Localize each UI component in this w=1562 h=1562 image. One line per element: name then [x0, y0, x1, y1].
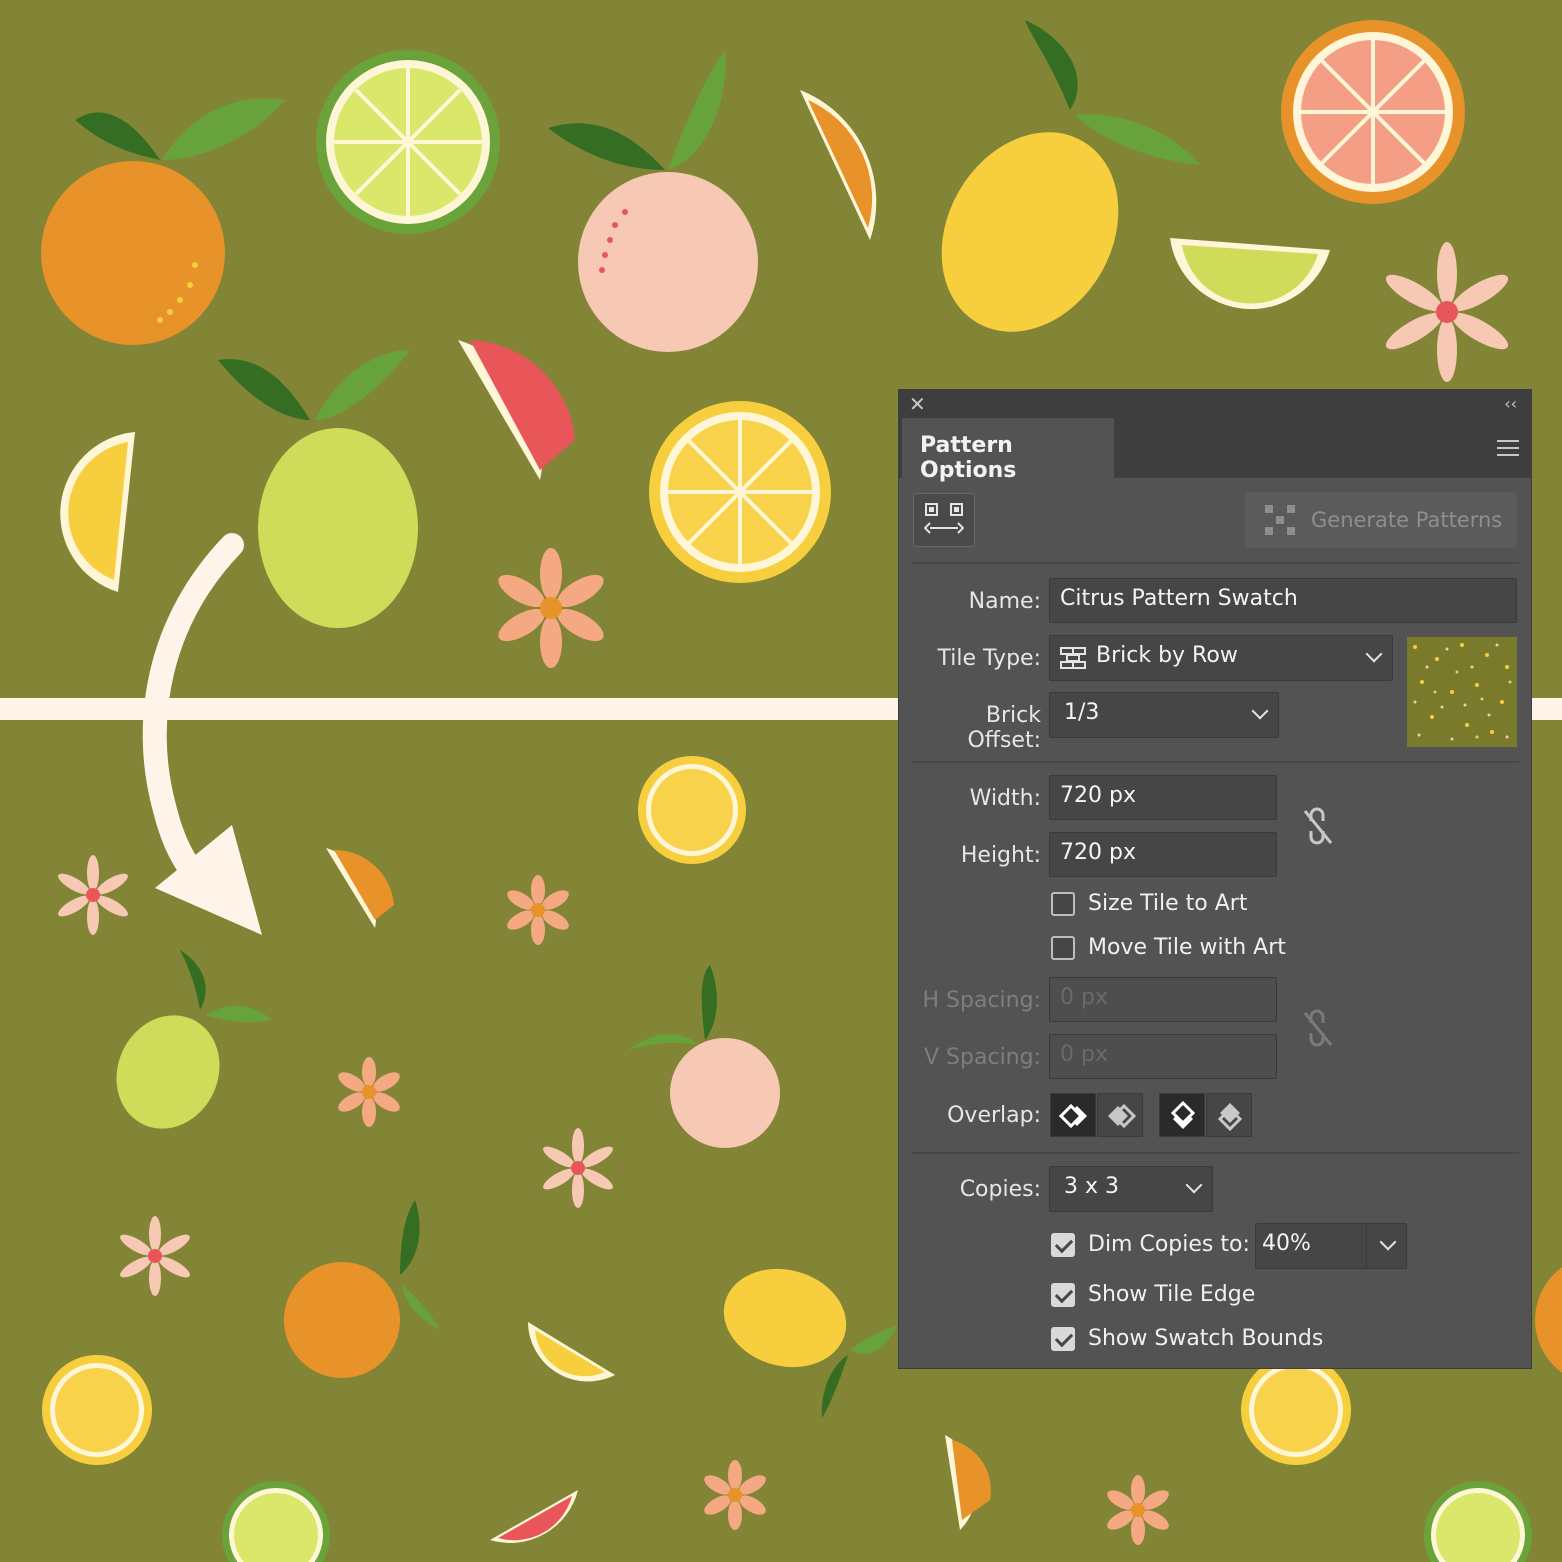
separator	[911, 562, 1519, 564]
show-tile-edge-label: Show Tile Edge	[1088, 1282, 1256, 1307]
chevron-down-icon	[1251, 702, 1269, 720]
dim-copies-value: 40%	[1262, 1231, 1311, 1256]
height-label: Height:	[960, 843, 1041, 868]
show-swatch-bounds-label: Show Swatch Bounds	[1088, 1326, 1324, 1351]
collapse-icon[interactable]: ‹‹	[1504, 392, 1517, 416]
width-label: Width:	[969, 786, 1041, 811]
copies-value: 3 x 3	[1064, 1174, 1119, 1199]
name-input[interactable]: Citrus Pattern Swatch	[1049, 578, 1517, 623]
separator	[911, 761, 1519, 763]
panel-menu-icon[interactable]	[1497, 440, 1519, 456]
move-tile-with-art-label: Move Tile with Art	[1088, 935, 1286, 960]
lemon-slice	[649, 401, 831, 583]
width-input[interactable]: 720 px	[1049, 775, 1277, 820]
unlink-spacing-icon[interactable]	[1299, 1009, 1339, 1049]
lemon-slice	[1241, 1355, 1351, 1465]
name-value: Citrus Pattern Swatch	[1060, 586, 1298, 611]
v-spacing-value: 0 px	[1060, 1042, 1108, 1067]
tile-type-label: Tile Type:	[937, 646, 1041, 671]
overlap-bottom-in-front-button[interactable]	[1206, 1093, 1252, 1137]
size-tile-to-art-label: Size Tile to Art	[1088, 891, 1248, 916]
generate-patterns-icon	[1265, 505, 1295, 535]
dim-copies-select[interactable]: 40%	[1255, 1223, 1407, 1269]
dim-copies-label: Dim Copies to:	[1088, 1232, 1250, 1257]
unlink-proportions-icon[interactable]	[1299, 807, 1339, 847]
copies-select[interactable]: 3 x 3	[1049, 1166, 1213, 1212]
overlap-top-in-front-button[interactable]	[1159, 1093, 1205, 1137]
separator	[911, 1152, 1519, 1154]
move-tile-with-art-checkbox[interactable]	[1051, 936, 1075, 960]
overlap-bottom-icon	[1217, 1103, 1243, 1131]
name-label: Name:	[968, 589, 1041, 614]
tile-type-value: Brick by Row	[1096, 643, 1238, 668]
overlap-label: Overlap:	[947, 1103, 1041, 1128]
overlap-right-icon	[1108, 1103, 1136, 1129]
brick-offset-select[interactable]: 1/3	[1049, 692, 1279, 738]
overlap-left-in-front-button[interactable]	[1050, 1093, 1096, 1137]
tile-tool-icon	[924, 503, 964, 534]
v-spacing-label: V Spacing:	[924, 1045, 1041, 1070]
show-tile-edge-checkbox[interactable]	[1051, 1283, 1075, 1307]
pattern-preview-thumbnail	[1407, 637, 1517, 747]
width-value: 720 px	[1060, 783, 1136, 808]
tile-type-select[interactable]: Brick by Row	[1049, 635, 1393, 681]
overlap-top-icon	[1170, 1101, 1196, 1129]
size-tile-to-art-checkbox[interactable]	[1051, 892, 1075, 916]
chevron-down-icon	[1185, 1176, 1203, 1194]
height-input[interactable]: 720 px	[1049, 832, 1277, 877]
overlap-right-in-front-button[interactable]	[1097, 1093, 1143, 1137]
show-swatch-bounds-checkbox[interactable]	[1051, 1327, 1075, 1351]
close-icon[interactable]: ✕	[909, 392, 926, 416]
h-spacing-value: 0 px	[1060, 985, 1108, 1010]
pattern-tile-tool-button[interactable]	[913, 493, 975, 547]
generate-patterns-label: Generate Patterns	[1311, 508, 1503, 532]
tab-pattern-options[interactable]: Pattern Options	[902, 418, 1114, 483]
copies-label: Copies:	[959, 1177, 1041, 1202]
lemon-slice	[638, 756, 746, 864]
dim-copies-checkbox[interactable]	[1051, 1233, 1075, 1257]
panel-title: Pattern Options	[920, 433, 1017, 483]
pattern-options-panel: ✕ ‹‹ Pattern Options Generate Patterns N…	[898, 389, 1532, 1369]
overlap-left-icon	[1059, 1103, 1087, 1129]
h-spacing-label: H Spacing:	[922, 988, 1041, 1013]
chevron-down-icon	[1379, 1233, 1397, 1251]
h-spacing-input[interactable]: 0 px	[1049, 977, 1277, 1022]
brick-offset-value: 1/3	[1064, 700, 1100, 725]
v-spacing-input[interactable]: 0 px	[1049, 1034, 1277, 1079]
chevron-down-icon	[1365, 645, 1383, 663]
lime-slice	[316, 50, 500, 234]
panel-tab-row: Pattern Options	[899, 418, 1531, 483]
brick-offset-label: Brick Offset:	[967, 703, 1041, 753]
grapefruit-slice	[1281, 20, 1465, 204]
panel-title-bar: ✕ ‹‹	[899, 390, 1531, 418]
brick-by-row-icon	[1060, 647, 1086, 669]
generate-patterns-button[interactable]: Generate Patterns	[1245, 492, 1517, 548]
height-value: 720 px	[1060, 840, 1136, 865]
lemon-slice	[42, 1355, 152, 1465]
